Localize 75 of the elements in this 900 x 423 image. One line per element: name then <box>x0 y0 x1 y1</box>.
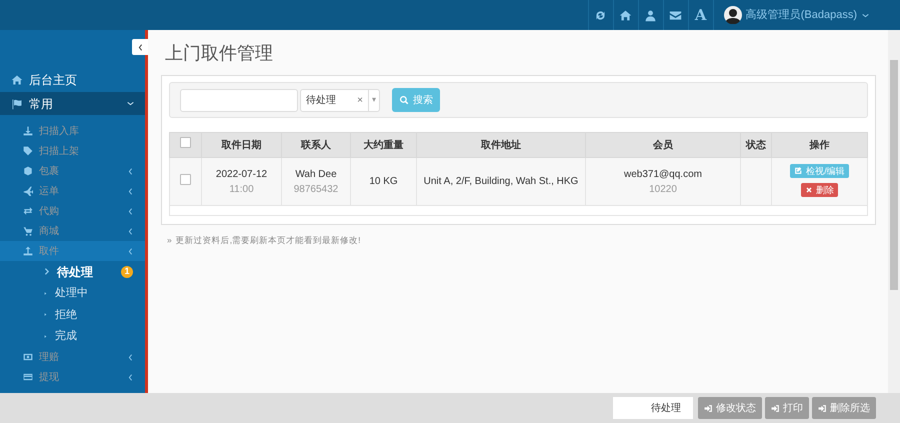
column-header: 联系人 <box>282 132 350 158</box>
column-header: 大约重量 <box>350 132 416 158</box>
column-header: 取件地址 <box>416 132 586 158</box>
chevron-right-icon <box>42 267 51 276</box>
sidebar-item[interactable]: 常用 <box>0 92 145 115</box>
bullet-mark: » <box>167 234 172 247</box>
caret-right-icon <box>42 332 49 340</box>
sidebar-item[interactable]: 提现 <box>0 367 145 387</box>
clear-button[interactable]: × <box>352 92 368 108</box>
sidebar-item[interactable]: 理赔 <box>0 347 145 367</box>
tag-icon <box>23 146 33 156</box>
status-select[interactable]: 待处理 × ▾ <box>300 88 380 112</box>
home-icon <box>619 8 632 22</box>
sign-in-icon <box>818 404 827 412</box>
sidebar-item[interactable]: 取件 <box>0 241 145 261</box>
status-select[interactable]: 待处理 <box>613 397 693 419</box>
action-button[interactable]: 打印 <box>765 397 809 419</box>
caret-right-icon <box>42 311 49 318</box>
sidebar-subitem[interactable]: 待处理 1 <box>0 261 145 282</box>
plane-icon <box>23 186 33 196</box>
avatar-icon <box>724 6 742 24</box>
column-header: 取件日期 <box>202 132 282 158</box>
upload-icon <box>23 246 33 256</box>
sidebar-subitem[interactable]: 完成 <box>0 326 145 347</box>
search-button[interactable]: 搜索 <box>392 88 440 112</box>
cart-icon <box>23 226 33 236</box>
scrollbar[interactable] <box>888 30 900 393</box>
column-header: 状态 <box>740 132 772 158</box>
card-icon <box>23 372 33 382</box>
sidebar-item[interactable]: 包裹 <box>0 161 145 181</box>
sidebar-item[interactable]: 代购 <box>0 201 145 221</box>
table-cell-text: 10220 <box>648 182 678 196</box>
mail-icon <box>669 8 682 22</box>
count-badge: 1 <box>121 266 133 278</box>
caret-right-icon <box>42 290 49 297</box>
column-header: 操作 <box>772 132 868 158</box>
home-icon <box>11 74 23 86</box>
chevron-down-icon <box>126 99 135 108</box>
row-checkbox[interactable] <box>180 174 191 184</box>
sign-in-icon <box>771 404 780 412</box>
collapse-button[interactable] <box>132 39 148 55</box>
close-icon <box>805 186 813 194</box>
sidebar-item[interactable]: 商城 <box>0 221 145 241</box>
money-icon <box>23 352 33 362</box>
action-button[interactable]: 修改状态 <box>698 397 762 419</box>
table-cell: 10 KG <box>350 158 416 206</box>
table-cell-text: web371@qq.com <box>623 168 703 182</box>
sidebar-item[interactable]: 后台主页 <box>0 68 145 91</box>
sidebar-subitem[interactable]: 拒绝 <box>0 304 145 326</box>
table-cell-text: Wah Dee <box>294 168 338 182</box>
box-icon <box>23 166 33 176</box>
sidebar-item[interactable]: 扫描入库 <box>0 121 145 141</box>
column-header: 会员 <box>586 132 740 158</box>
sign-in-icon <box>704 404 713 412</box>
sidebar-subitem[interactable]: 处理中 <box>0 282 145 304</box>
search-field[interactable] <box>180 88 298 112</box>
page-title: 上门取件管理 <box>165 42 274 65</box>
table-cell: Unit A, 2/F, Building, Wah St., HKG <box>416 158 586 206</box>
swap-icon <box>23 206 33 216</box>
search-icon <box>399 95 409 105</box>
hint-text: 更新过资料后,需要刷新本页才能看到最新修改! <box>176 234 360 247</box>
action-button[interactable]: 删除所选 <box>812 397 876 419</box>
edit-button[interactable]: 检视/编辑 <box>790 164 849 178</box>
download-icon <box>23 126 33 136</box>
table-cell-text: 2022-07-12 <box>214 168 268 182</box>
flag-icon <box>11 98 23 110</box>
table-cell-text: 11:00 <box>228 182 255 196</box>
edit-icon <box>794 166 804 176</box>
user-icon <box>644 8 658 22</box>
sidebar-item[interactable]: 扫描上架 <box>0 141 145 161</box>
delete-button[interactable]: 删除 <box>801 183 838 198</box>
sidebar-item[interactable]: 运单 <box>0 181 145 201</box>
table-cell-text: 98765432 <box>292 182 340 196</box>
refresh-icon <box>594 8 608 22</box>
select-all-checkbox[interactable] <box>180 137 191 148</box>
